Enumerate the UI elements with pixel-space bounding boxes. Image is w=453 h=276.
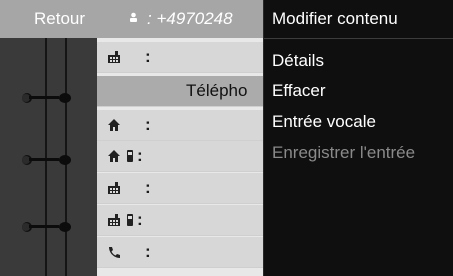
office-icon (108, 182, 120, 194)
entry-value: : (145, 115, 151, 134)
entry-label: Télépho (186, 81, 248, 100)
list-item[interactable]: : (97, 237, 263, 268)
entry-value: : (145, 47, 151, 66)
office-icon (108, 214, 120, 226)
mobile-icon (127, 214, 133, 226)
back-button[interactable]: Retour (34, 9, 85, 29)
contact-detail-screen: Retour : +4970248: Télépho::::: (0, 0, 263, 276)
list-item[interactable]: : (97, 205, 263, 236)
list-item-selected[interactable]: Télépho (97, 76, 263, 107)
address-book-spine (0, 38, 97, 276)
home-icon (108, 119, 120, 131)
contact-entries-list: : Télépho : :::: (97, 38, 263, 276)
menu-item-voice-entry[interactable]: Entrée vocale (272, 112, 376, 132)
binder-ring-icon (20, 221, 72, 233)
binder-ring-icon (20, 92, 72, 104)
mobile-icon (127, 150, 133, 162)
entry-value: : (137, 210, 143, 229)
entry-value: : (145, 178, 151, 197)
menu-divider (264, 38, 453, 39)
entry-value: : (145, 242, 151, 261)
home-icon (108, 150, 120, 162)
binder-ring-icon (20, 154, 72, 166)
office-icon (108, 51, 120, 63)
list-item[interactable]: : (97, 42, 263, 73)
menu-item-details[interactable]: Détails (272, 51, 324, 71)
menu-item-save-entry: Enregistrer l'entrée (272, 143, 416, 162)
menu-item-delete[interactable]: Effacer (272, 81, 326, 101)
context-menu: Modifier contenu Détails Effacer Entrée … (263, 0, 453, 276)
menu-title: Modifier contenu (272, 9, 398, 28)
phone-number: : +4970248 (147, 9, 233, 28)
list-item[interactable]: : (97, 173, 263, 204)
header-bar: Retour : +4970248 (0, 0, 263, 38)
phone-icon (109, 247, 120, 258)
list-item[interactable]: : (97, 110, 263, 141)
entry-value: : (137, 146, 143, 165)
person-icon (130, 12, 137, 22)
list-item[interactable]: : (97, 141, 263, 172)
